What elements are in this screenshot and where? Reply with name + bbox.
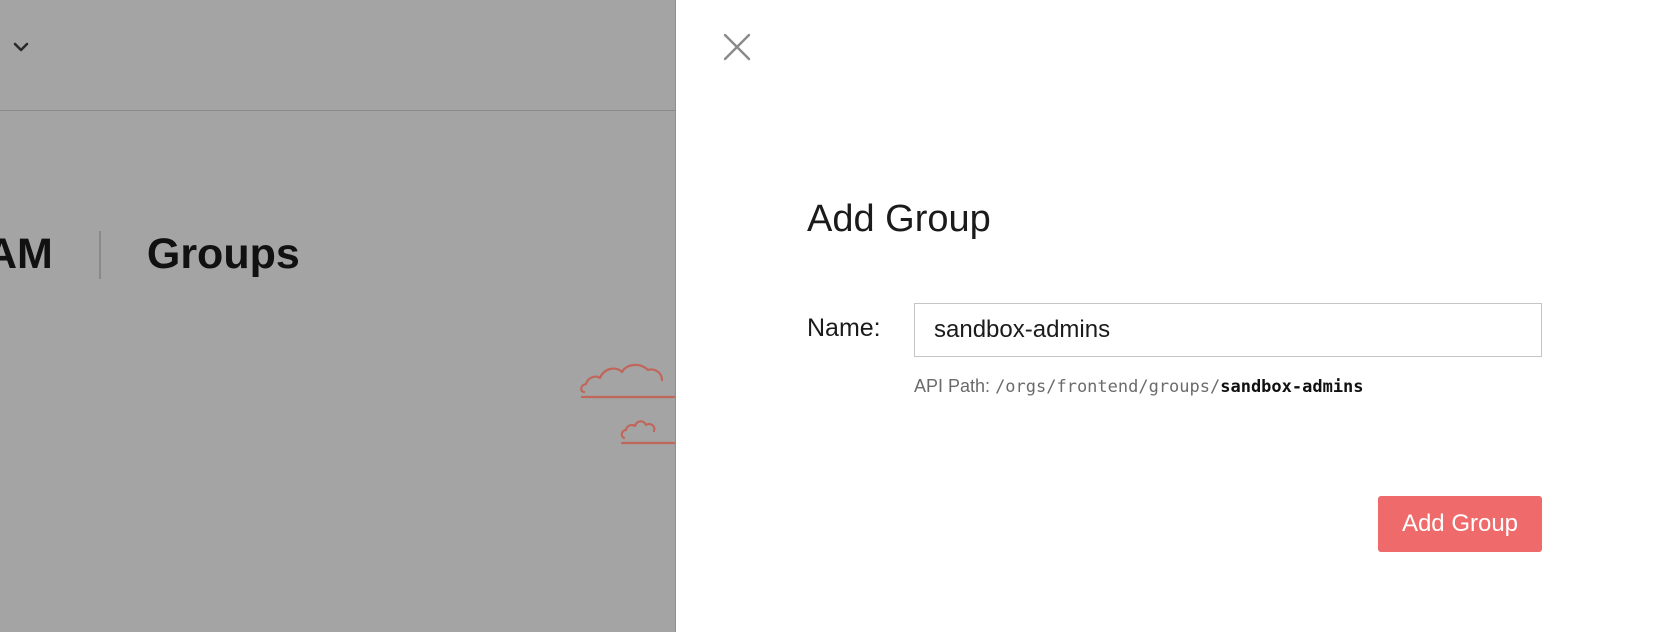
chevron-down-icon (13, 42, 29, 52)
breadcrumb-divider (98, 230, 101, 279)
page: AM Groups Add Group Name: API Path: /org… (0, 0, 1658, 632)
name-label: Name: (807, 314, 881, 342)
group-name-input[interactable] (914, 303, 1542, 357)
api-path-hint: API Path: /orgs/frontend/groups/sandbox-… (914, 376, 1364, 397)
api-path-label: API Path: (914, 376, 991, 396)
breadcrumb-previous: AM (0, 230, 53, 278)
background-breadcrumb: AM Groups (0, 230, 300, 279)
page-title: Groups (146, 230, 300, 278)
add-group-drawer: Add Group Name: API Path: /orgs/frontend… (676, 0, 1658, 632)
clouds-illustration (580, 363, 675, 445)
api-path-group-name: sandbox-admins (1220, 377, 1364, 397)
background-topbar (0, 0, 675, 111)
background-app-overlay[interactable]: AM Groups (0, 0, 676, 632)
api-path-prefix: /orgs/frontend/groups/ (995, 377, 1221, 397)
drawer-title: Add Group (807, 198, 991, 240)
close-icon[interactable] (722, 32, 752, 62)
add-group-button[interactable]: Add Group (1378, 496, 1542, 552)
